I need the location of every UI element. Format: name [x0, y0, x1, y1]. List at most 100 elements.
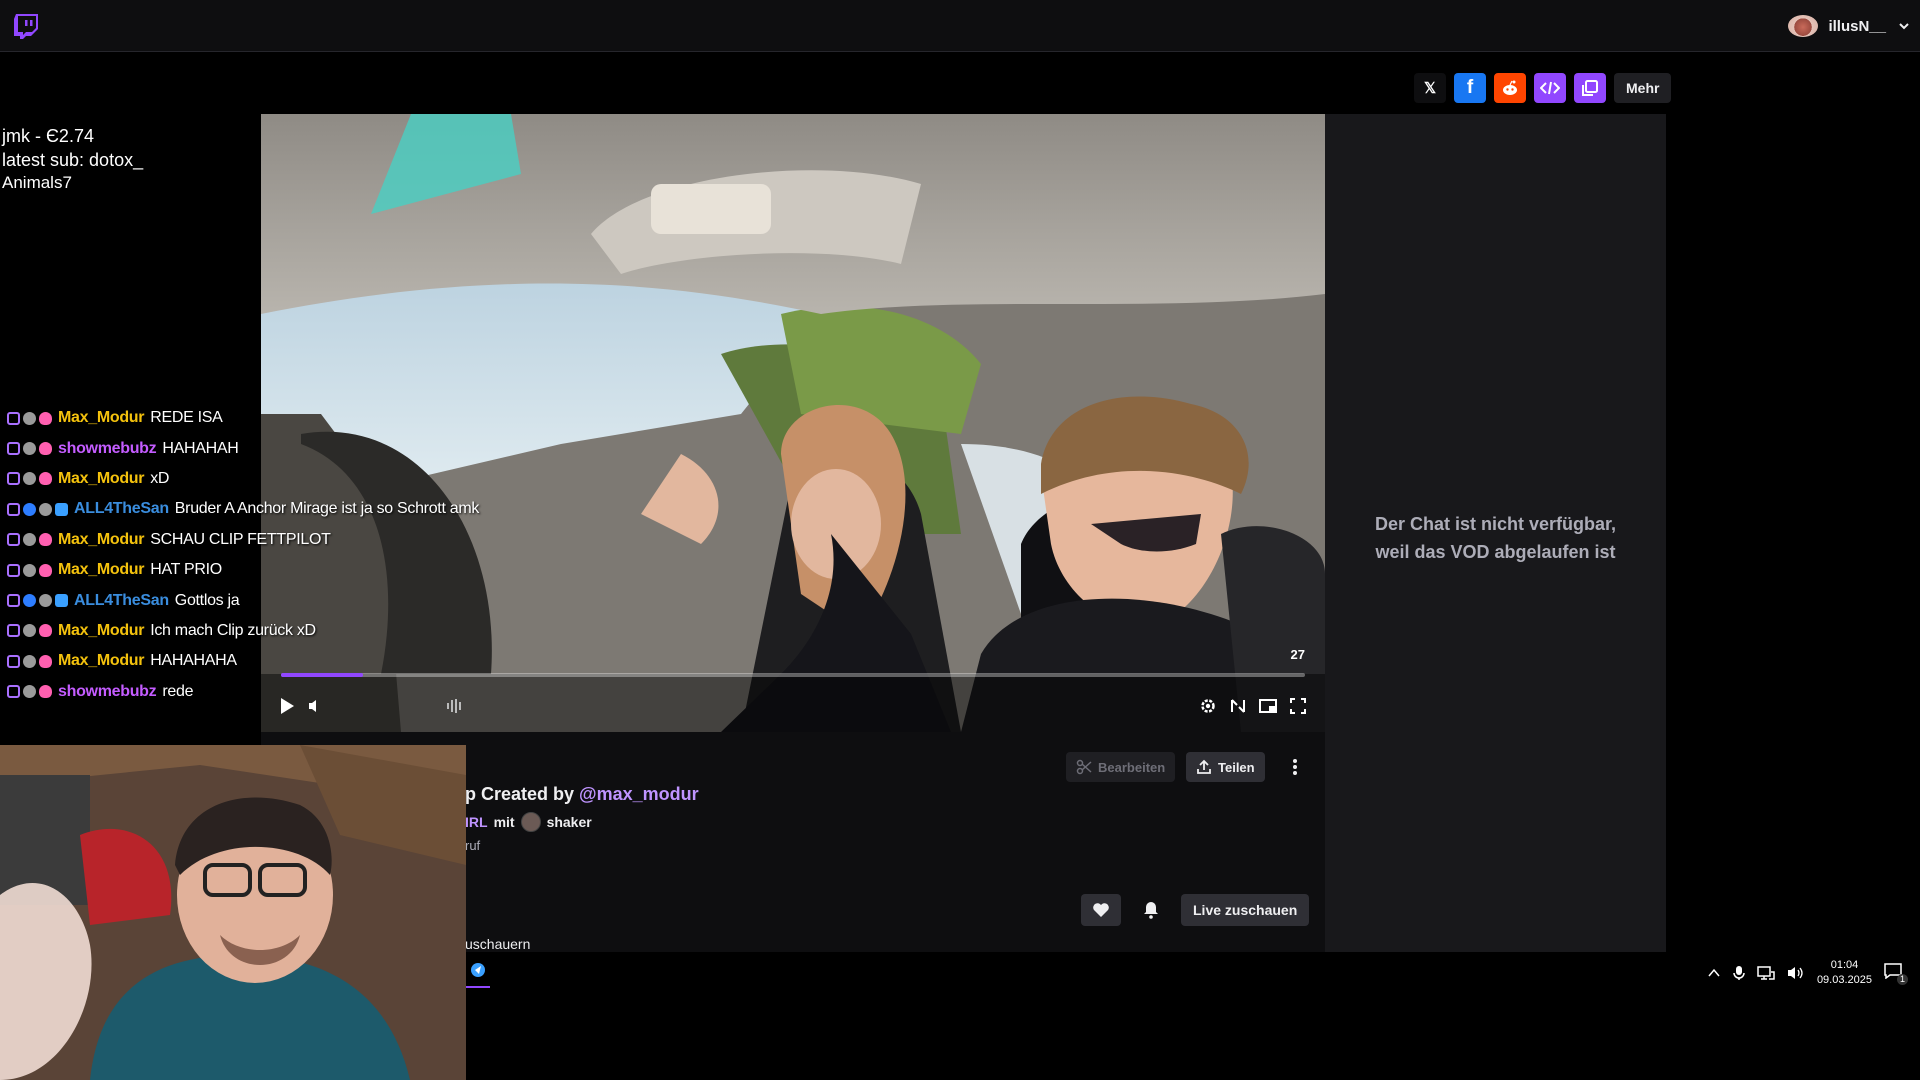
chat-message: Max_Modur HAHAHAHA — [7, 646, 567, 676]
viewers-text: uschauern — [465, 936, 531, 952]
chat-badges — [7, 533, 52, 547]
settings-button[interactable] — [1196, 694, 1220, 718]
clock[interactable]: 01:04 09.03.2025 — [1817, 958, 1872, 988]
chevron-up-icon[interactable] — [1707, 966, 1721, 980]
notifications-button[interactable]: 1 — [1884, 963, 1908, 985]
username-label: illusN__ — [1828, 17, 1886, 35]
chat-username: Max_Modur — [58, 621, 145, 639]
chat-badges — [7, 411, 52, 425]
heart-badge-icon — [39, 685, 52, 699]
sub-badge-icon — [7, 472, 20, 486]
clip-title-prefix: p Created by — [465, 784, 575, 804]
microphone-icon[interactable] — [1733, 965, 1745, 981]
share-button[interactable]: Teilen — [1186, 752, 1265, 782]
heart-badge-icon — [39, 563, 52, 577]
chat-badges — [7, 563, 52, 577]
chat-username: Max_Modur — [58, 530, 145, 548]
chat-badges — [7, 654, 52, 668]
chevron-down-icon[interactable] — [1896, 18, 1912, 34]
clip-meta: IRL mit shaker — [465, 812, 592, 832]
app-icon — [471, 963, 485, 977]
share-facebook-button[interactable]: f — [1454, 73, 1486, 103]
twitch-logo-icon[interactable] — [12, 12, 40, 40]
gray-badge-icon — [23, 654, 36, 668]
stream-overlay-info: jmk - Є2.74 latest sub: dotox_ Animals7 — [2, 124, 143, 194]
chat-overlay: Max_Modur REDE ISA showmebubz HAHAHAH Max_Mo… — [7, 403, 567, 707]
gray-badge-icon — [23, 411, 36, 425]
clock-date: 09.03.2025 — [1816, 974, 1872, 986]
share-reddit-button[interactable] — [1494, 73, 1526, 103]
category-link[interactable]: IRL — [465, 814, 488, 830]
bell-icon — [1144, 902, 1158, 919]
notification-button[interactable] — [1131, 894, 1171, 926]
chat-text: SCHAU CLIP FETTPILOT — [150, 530, 331, 548]
clip-button[interactable] — [1226, 694, 1250, 718]
clip-counter: 27 — [1290, 647, 1305, 662]
more-options-button[interactable] — [1280, 752, 1310, 782]
heart-badge-icon — [39, 654, 52, 668]
more-share-button[interactable]: Mehr — [1614, 73, 1672, 103]
sub-badge-icon — [7, 411, 20, 425]
chat-badges — [7, 472, 52, 486]
clock-time: 01:04 — [1830, 959, 1859, 971]
gray-badge-icon — [23, 442, 36, 456]
collaborator-avatar[interactable] — [520, 812, 541, 832]
heart-badge-icon — [39, 442, 52, 456]
edit-button-label: Bearbeiten — [1098, 759, 1166, 775]
copy-link-button[interactable] — [1574, 73, 1606, 103]
gray-badge-icon — [23, 685, 36, 699]
chat-badges — [7, 624, 52, 638]
chat-text: rede — [162, 682, 194, 700]
fullscreen-button[interactable] — [1286, 694, 1310, 718]
heart-badge-icon — [39, 472, 52, 486]
chat-username: ALL4TheSan — [74, 500, 169, 518]
notification-count: 1 — [1897, 974, 1908, 985]
chat-username: ALL4TheSan — [74, 591, 169, 609]
clip-creator-link[interactable]: @max_modur — [579, 784, 699, 804]
theatre-mode-button[interactable] — [1256, 694, 1280, 718]
share-bar: 𝕏 f Mehr — [1414, 73, 1672, 103]
chat-badges — [7, 594, 68, 608]
share-button-label: Teilen — [1218, 759, 1255, 775]
collaborator-name[interactable]: shaker — [547, 814, 592, 830]
edit-button[interactable]: Bearbeiten — [1066, 752, 1176, 782]
chat-unavailable-message: Der Chat ist nicht verfügbar, weil das V… — [1325, 510, 1666, 566]
tv-badge-icon — [55, 594, 68, 608]
facebook-icon: f — [1466, 77, 1474, 98]
chat-message: showmebubz rede — [7, 677, 567, 707]
theatre-mode-icon — [1259, 699, 1277, 713]
sub-badge-icon — [7, 624, 20, 638]
sub-badge-icon — [7, 594, 20, 608]
speaker-icon[interactable] — [1787, 965, 1805, 981]
blue-badge-icon — [23, 594, 36, 608]
share-embed-button[interactable] — [1534, 73, 1566, 103]
watch-live-button[interactable]: Live zuschauen — [1181, 894, 1310, 926]
gray-badge-icon — [23, 624, 36, 638]
copy-icon — [1582, 80, 1598, 96]
network-icon[interactable] — [1757, 965, 1775, 981]
gray-badge-icon — [39, 502, 52, 516]
chat-message: Max_Modur Ich mach Clip zurück xD — [7, 616, 567, 646]
chat-text: Bruder A Anchor Mirage ist ja so Schrott… — [174, 500, 480, 518]
fullscreen-icon — [1290, 698, 1306, 714]
upload-icon — [1197, 759, 1211, 774]
gray-badge-icon — [23, 563, 36, 577]
user-menu[interactable]: illusN__ — [1788, 12, 1912, 40]
chat-text: HAHAHAH — [162, 439, 239, 457]
clip-subtitle: ruf — [465, 838, 481, 853]
heart-badge-icon — [39, 624, 52, 638]
webcam-feed — [0, 745, 466, 1080]
share-x-button[interactable]: 𝕏 — [1414, 73, 1446, 103]
avatar[interactable] — [1788, 15, 1819, 37]
x-icon: 𝕏 — [1423, 80, 1437, 97]
chat-unavailable-line-2: weil das VOD abgelaufen ist — [1375, 542, 1616, 562]
taskbar-app-icon[interactable] — [466, 958, 490, 988]
webcam-image — [0, 745, 466, 1080]
chat-message: Max_Modur xD — [7, 464, 567, 494]
gray-badge-icon — [23, 472, 36, 486]
sub-badge-icon — [7, 654, 20, 668]
code-icon — [1540, 81, 1560, 95]
kebab-menu-icon — [1293, 759, 1297, 775]
follow-button[interactable] — [1081, 894, 1121, 926]
scissors-icon — [1076, 759, 1092, 775]
